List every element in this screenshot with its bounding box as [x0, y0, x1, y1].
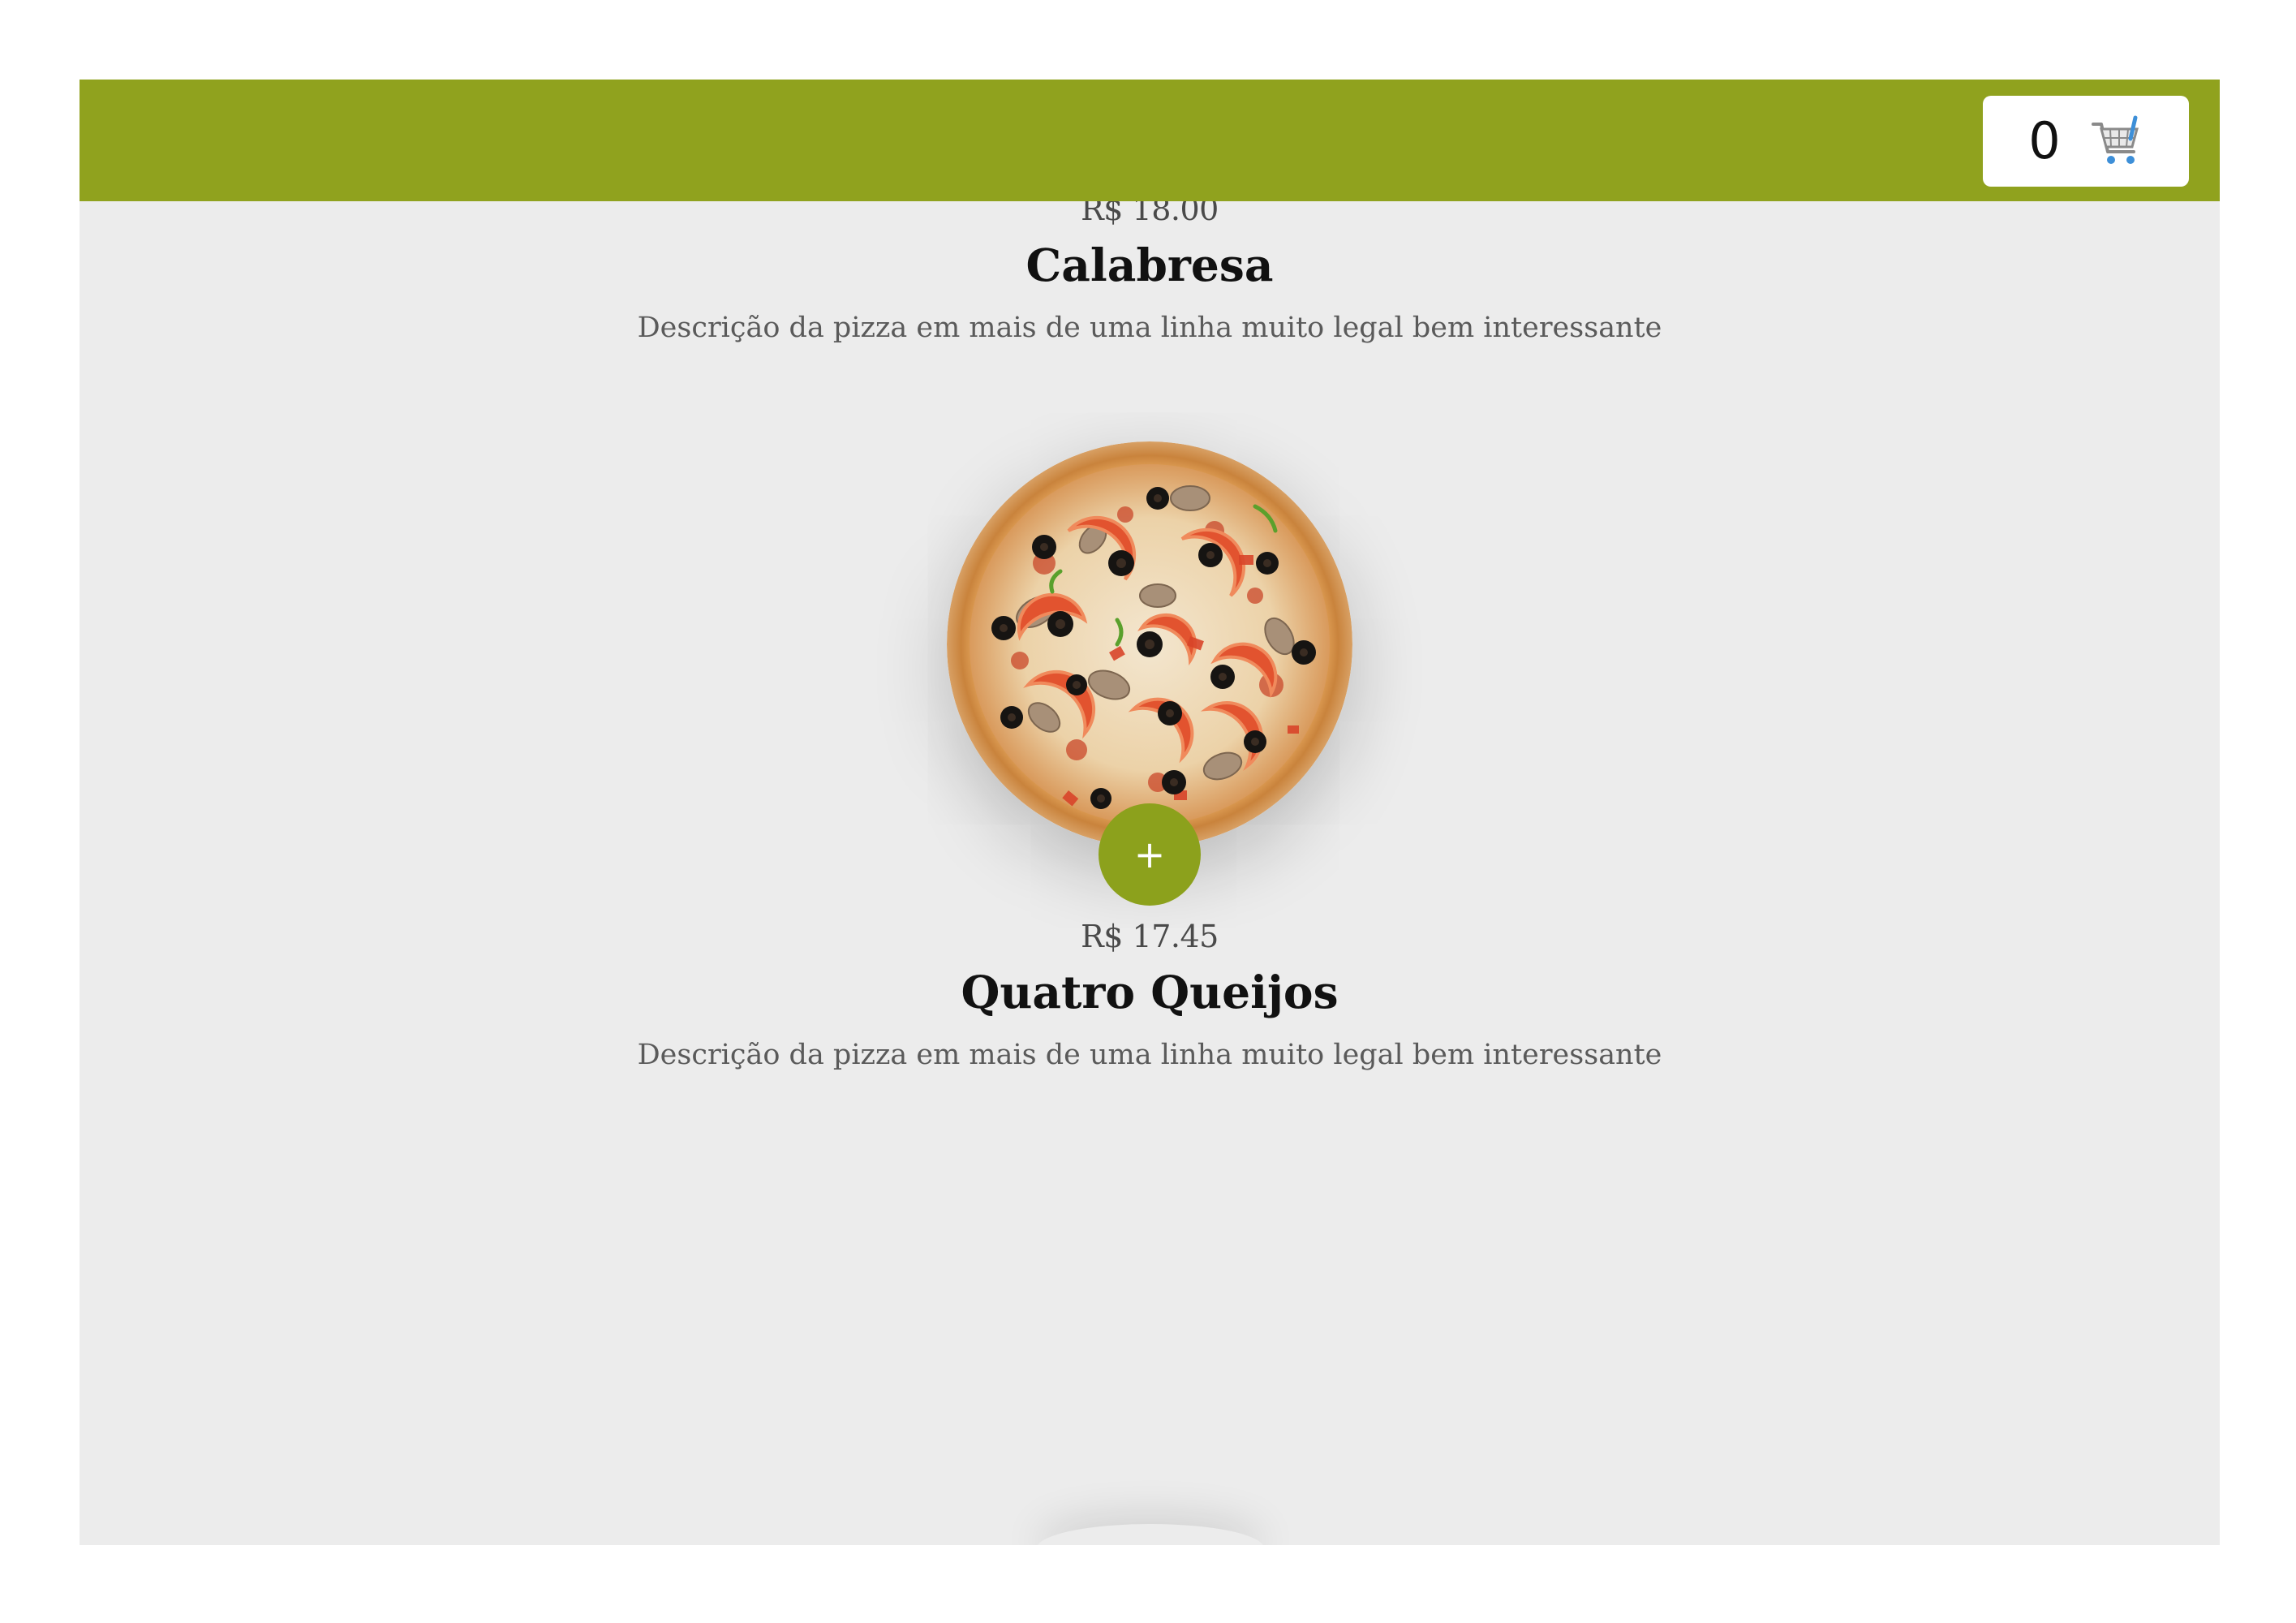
product-description: Descrição da pizza em mais de uma linha …	[637, 312, 1662, 344]
product-list: R$ 18.00 Calabresa Descrição da pizza em…	[80, 80, 2220, 1545]
shopping-cart-icon	[2088, 114, 2143, 168]
product-name: Quatro Queijos	[961, 966, 1339, 1018]
add-to-cart-button[interactable]: +	[1099, 803, 1201, 906]
pizza-image	[947, 441, 1352, 847]
product-name: Calabresa	[1025, 239, 1274, 291]
app-container: R$ 18.00 Calabresa Descrição da pizza em…	[80, 80, 2220, 1545]
product-description: Descrição da pizza em mais de uma linha …	[637, 1039, 1662, 1071]
cart-button[interactable]: 0	[1983, 96, 2189, 187]
cart-count: 0	[2028, 111, 2061, 170]
next-product-shadow	[1037, 1524, 1264, 1545]
top-bar: 0	[80, 80, 2220, 201]
product-price: R$ 17.45	[1081, 919, 1219, 954]
